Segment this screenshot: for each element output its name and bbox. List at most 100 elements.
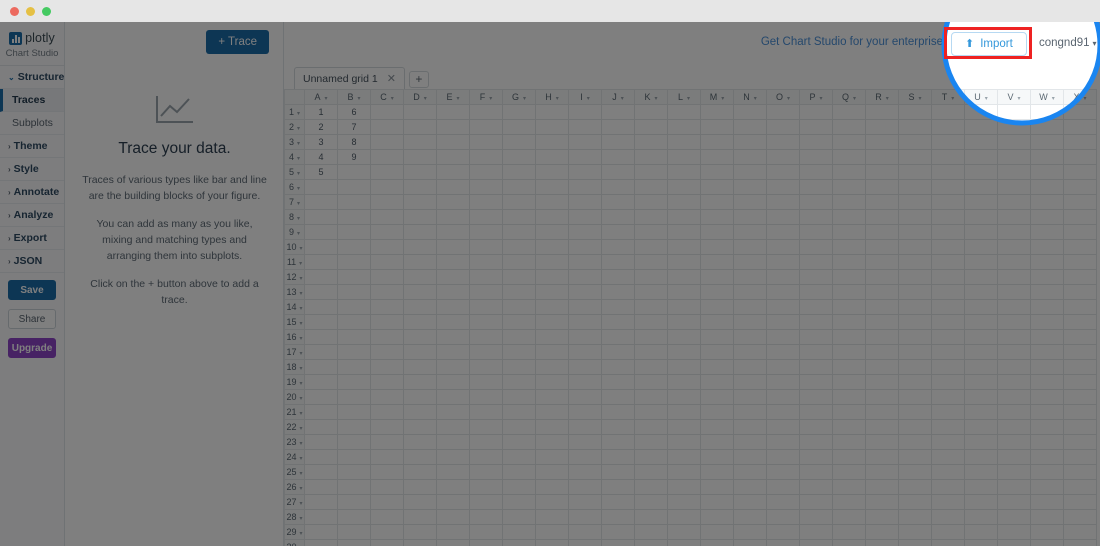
- cell-W18[interactable]: [1030, 359, 1064, 375]
- chevron-down-icon[interactable]: ▾: [1018, 96, 1021, 102]
- row-header-20[interactable]: 20 ▾: [284, 389, 305, 405]
- cell-X30[interactable]: [1063, 539, 1097, 546]
- sidebar-item-subplots[interactable]: Subplots: [0, 112, 64, 135]
- cell-N11[interactable]: [733, 254, 767, 270]
- cell-O9[interactable]: [766, 224, 800, 240]
- sidebar-item-analyze[interactable]: › Analyze: [0, 204, 64, 227]
- cell-X3[interactable]: [1063, 134, 1097, 150]
- cell-U10[interactable]: [964, 239, 998, 255]
- cell-V12[interactable]: [997, 269, 1031, 285]
- cell-C12[interactable]: [370, 269, 404, 285]
- cell-S26[interactable]: [898, 479, 932, 495]
- cell-N15[interactable]: [733, 314, 767, 330]
- cell-C7[interactable]: [370, 194, 404, 210]
- cell-U30[interactable]: [964, 539, 998, 546]
- cell-H9[interactable]: [535, 224, 569, 240]
- cell-C26[interactable]: [370, 479, 404, 495]
- cell-M13[interactable]: [700, 284, 734, 300]
- cell-X6[interactable]: [1063, 179, 1097, 195]
- cell-J19[interactable]: [601, 374, 635, 390]
- cell-J26[interactable]: [601, 479, 635, 495]
- cell-C5[interactable]: [370, 164, 404, 180]
- cell-E14[interactable]: [436, 299, 470, 315]
- cell-H23[interactable]: [535, 434, 569, 450]
- cell-A17[interactable]: [304, 344, 338, 360]
- cell-A16[interactable]: [304, 329, 338, 345]
- cell-H14[interactable]: [535, 299, 569, 315]
- row-header-7[interactable]: 7 ▾: [284, 194, 305, 210]
- row-header-10[interactable]: 10 ▾: [284, 239, 305, 255]
- cell-K24[interactable]: [634, 449, 668, 465]
- cell-C1[interactable]: [370, 104, 404, 120]
- cell-A26[interactable]: [304, 479, 338, 495]
- cell-L23[interactable]: [667, 434, 701, 450]
- cell-S5[interactable]: [898, 164, 932, 180]
- cell-L21[interactable]: [667, 404, 701, 420]
- cell-L18[interactable]: [667, 359, 701, 375]
- chevron-down-icon[interactable]: ▾: [300, 306, 303, 312]
- chevron-down-icon[interactable]: ▾: [951, 96, 954, 102]
- cell-L8[interactable]: [667, 209, 701, 225]
- cell-V14[interactable]: [997, 299, 1031, 315]
- cell-B11[interactable]: [337, 254, 371, 270]
- cell-X28[interactable]: [1063, 509, 1097, 525]
- cell-H7[interactable]: [535, 194, 569, 210]
- cell-X1[interactable]: [1063, 104, 1097, 120]
- cell-L9[interactable]: [667, 224, 701, 240]
- cell-D10[interactable]: [403, 239, 437, 255]
- save-button[interactable]: Save: [8, 280, 56, 300]
- cell-X12[interactable]: [1063, 269, 1097, 285]
- cell-S24[interactable]: [898, 449, 932, 465]
- cell-J5[interactable]: [601, 164, 635, 180]
- cell-N23[interactable]: [733, 434, 767, 450]
- cell-A19[interactable]: [304, 374, 338, 390]
- cell-K17[interactable]: [634, 344, 668, 360]
- column-header-m[interactable]: M ▾: [700, 89, 734, 105]
- cell-A21[interactable]: [304, 404, 338, 420]
- cell-P15[interactable]: [799, 314, 833, 330]
- cell-N6[interactable]: [733, 179, 767, 195]
- cell-H30[interactable]: [535, 539, 569, 546]
- cell-N13[interactable]: [733, 284, 767, 300]
- cell-I5[interactable]: [568, 164, 602, 180]
- cell-D17[interactable]: [403, 344, 437, 360]
- column-header-e[interactable]: E ▾: [436, 89, 470, 105]
- cell-X22[interactable]: [1063, 419, 1097, 435]
- cell-A3[interactable]: 3: [304, 134, 338, 150]
- column-header-k[interactable]: K ▾: [634, 89, 668, 105]
- chevron-down-icon[interactable]: ▾: [754, 96, 757, 102]
- cell-K20[interactable]: [634, 389, 668, 405]
- cell-J4[interactable]: [601, 149, 635, 165]
- cell-D18[interactable]: [403, 359, 437, 375]
- cell-C22[interactable]: [370, 419, 404, 435]
- cell-Q10[interactable]: [832, 239, 866, 255]
- cell-Q7[interactable]: [832, 194, 866, 210]
- cell-J21[interactable]: [601, 404, 635, 420]
- cell-V22[interactable]: [997, 419, 1031, 435]
- cell-F15[interactable]: [469, 314, 503, 330]
- cell-M27[interactable]: [700, 494, 734, 510]
- column-header-w[interactable]: W ▾: [1030, 89, 1064, 105]
- cell-S2[interactable]: [898, 119, 932, 135]
- cell-B16[interactable]: [337, 329, 371, 345]
- cell-G15[interactable]: [502, 314, 536, 330]
- cell-W12[interactable]: [1030, 269, 1064, 285]
- cell-T14[interactable]: [931, 299, 965, 315]
- cell-E4[interactable]: [436, 149, 470, 165]
- cell-R13[interactable]: [865, 284, 899, 300]
- cell-D11[interactable]: [403, 254, 437, 270]
- chevron-down-icon[interactable]: ▾: [1052, 96, 1055, 102]
- cell-C11[interactable]: [370, 254, 404, 270]
- maximize-window-icon[interactable]: [42, 7, 51, 16]
- chevron-down-icon[interactable]: ▾: [424, 96, 427, 102]
- cell-L13[interactable]: [667, 284, 701, 300]
- cell-C17[interactable]: [370, 344, 404, 360]
- cell-X25[interactable]: [1063, 464, 1097, 480]
- cell-J18[interactable]: [601, 359, 635, 375]
- chevron-down-icon[interactable]: ▾: [587, 96, 590, 102]
- chevron-down-icon[interactable]: ▾: [985, 96, 988, 102]
- cell-T26[interactable]: [931, 479, 965, 495]
- cell-P23[interactable]: [799, 434, 833, 450]
- cell-U2[interactable]: [964, 119, 998, 135]
- chevron-down-icon[interactable]: ▾: [297, 111, 300, 117]
